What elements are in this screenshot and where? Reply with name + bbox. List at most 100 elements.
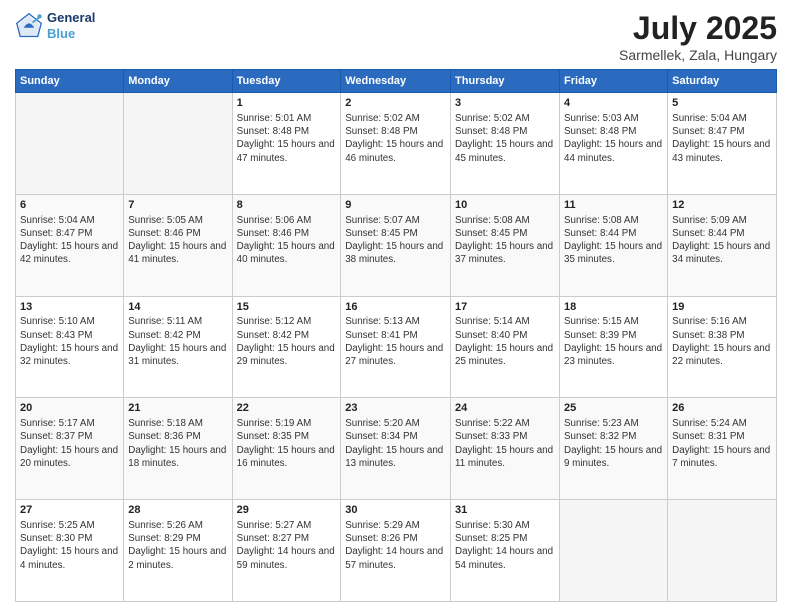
day-info: Sunrise: 5:06 AM Sunset: 8:46 PM Dayligh… (237, 214, 337, 267)
calendar-week-5: 27Sunrise: 5:25 AM Sunset: 8:30 PM Dayli… (16, 500, 777, 602)
calendar-cell: 1Sunrise: 5:01 AM Sunset: 8:48 PM Daylig… (232, 93, 341, 195)
day-number: 31 (455, 503, 555, 518)
day-info: Sunrise: 5:13 AM Sunset: 8:41 PM Dayligh… (345, 315, 446, 368)
weekday-header-monday: Monday (124, 70, 232, 93)
day-number: 20 (20, 401, 119, 416)
weekday-header-wednesday: Wednesday (341, 70, 451, 93)
day-info: Sunrise: 5:26 AM Sunset: 8:29 PM Dayligh… (128, 519, 227, 572)
calendar-cell: 19Sunrise: 5:16 AM Sunset: 8:38 PM Dayli… (668, 296, 777, 398)
calendar-cell (16, 93, 124, 195)
day-info: Sunrise: 5:04 AM Sunset: 8:47 PM Dayligh… (20, 214, 119, 267)
calendar-table: SundayMondayTuesdayWednesdayThursdayFrid… (15, 69, 777, 602)
day-info: Sunrise: 5:30 AM Sunset: 8:25 PM Dayligh… (455, 519, 555, 572)
calendar-cell: 8Sunrise: 5:06 AM Sunset: 8:46 PM Daylig… (232, 194, 341, 296)
weekday-header-thursday: Thursday (451, 70, 560, 93)
day-info: Sunrise: 5:19 AM Sunset: 8:35 PM Dayligh… (237, 417, 337, 470)
day-info: Sunrise: 5:24 AM Sunset: 8:31 PM Dayligh… (672, 417, 772, 470)
calendar-cell: 4Sunrise: 5:03 AM Sunset: 8:48 PM Daylig… (560, 93, 668, 195)
day-info: Sunrise: 5:27 AM Sunset: 8:27 PM Dayligh… (237, 519, 337, 572)
calendar-week-3: 13Sunrise: 5:10 AM Sunset: 8:43 PM Dayli… (16, 296, 777, 398)
day-number: 13 (20, 300, 119, 315)
calendar-cell: 26Sunrise: 5:24 AM Sunset: 8:31 PM Dayli… (668, 398, 777, 500)
day-number: 9 (345, 198, 446, 213)
day-number: 4 (564, 96, 663, 111)
calendar-cell: 7Sunrise: 5:05 AM Sunset: 8:46 PM Daylig… (124, 194, 232, 296)
calendar-cell (560, 500, 668, 602)
day-number: 2 (345, 96, 446, 111)
calendar-week-4: 20Sunrise: 5:17 AM Sunset: 8:37 PM Dayli… (16, 398, 777, 500)
day-number: 1 (237, 96, 337, 111)
day-info: Sunrise: 5:07 AM Sunset: 8:45 PM Dayligh… (345, 214, 446, 267)
calendar-cell: 22Sunrise: 5:19 AM Sunset: 8:35 PM Dayli… (232, 398, 341, 500)
day-number: 10 (455, 198, 555, 213)
calendar-week-2: 6Sunrise: 5:04 AM Sunset: 8:47 PM Daylig… (16, 194, 777, 296)
calendar-cell: 15Sunrise: 5:12 AM Sunset: 8:42 PM Dayli… (232, 296, 341, 398)
day-info: Sunrise: 5:14 AM Sunset: 8:40 PM Dayligh… (455, 315, 555, 368)
weekday-header-tuesday: Tuesday (232, 70, 341, 93)
calendar-cell: 14Sunrise: 5:11 AM Sunset: 8:42 PM Dayli… (124, 296, 232, 398)
logo: General Blue (15, 10, 95, 41)
calendar-cell: 9Sunrise: 5:07 AM Sunset: 8:45 PM Daylig… (341, 194, 451, 296)
day-number: 3 (455, 96, 555, 111)
title-block: July 2025 Sarmellek, Zala, Hungary (619, 10, 777, 63)
calendar-cell: 20Sunrise: 5:17 AM Sunset: 8:37 PM Dayli… (16, 398, 124, 500)
weekday-header-row: SundayMondayTuesdayWednesdayThursdayFrid… (16, 70, 777, 93)
day-info: Sunrise: 5:29 AM Sunset: 8:26 PM Dayligh… (345, 519, 446, 572)
calendar-cell: 2Sunrise: 5:02 AM Sunset: 8:48 PM Daylig… (341, 93, 451, 195)
calendar-cell (124, 93, 232, 195)
day-number: 8 (237, 198, 337, 213)
calendar-week-1: 1Sunrise: 5:01 AM Sunset: 8:48 PM Daylig… (16, 93, 777, 195)
day-number: 19 (672, 300, 772, 315)
calendar-cell: 21Sunrise: 5:18 AM Sunset: 8:36 PM Dayli… (124, 398, 232, 500)
day-number: 18 (564, 300, 663, 315)
day-info: Sunrise: 5:23 AM Sunset: 8:32 PM Dayligh… (564, 417, 663, 470)
day-info: Sunrise: 5:17 AM Sunset: 8:37 PM Dayligh… (20, 417, 119, 470)
day-info: Sunrise: 5:02 AM Sunset: 8:48 PM Dayligh… (345, 112, 446, 165)
day-number: 28 (128, 503, 227, 518)
calendar-cell: 5Sunrise: 5:04 AM Sunset: 8:47 PM Daylig… (668, 93, 777, 195)
page: General Blue July 2025 Sarmellek, Zala, … (0, 0, 792, 612)
calendar-cell: 29Sunrise: 5:27 AM Sunset: 8:27 PM Dayli… (232, 500, 341, 602)
day-info: Sunrise: 5:18 AM Sunset: 8:36 PM Dayligh… (128, 417, 227, 470)
day-info: Sunrise: 5:02 AM Sunset: 8:48 PM Dayligh… (455, 112, 555, 165)
calendar-cell: 10Sunrise: 5:08 AM Sunset: 8:45 PM Dayli… (451, 194, 560, 296)
day-number: 23 (345, 401, 446, 416)
day-number: 5 (672, 96, 772, 111)
day-number: 15 (237, 300, 337, 315)
logo-icon (15, 12, 43, 40)
weekday-header-sunday: Sunday (16, 70, 124, 93)
day-number: 30 (345, 503, 446, 518)
calendar-cell: 18Sunrise: 5:15 AM Sunset: 8:39 PM Dayli… (560, 296, 668, 398)
calendar-cell: 30Sunrise: 5:29 AM Sunset: 8:26 PM Dayli… (341, 500, 451, 602)
day-number: 14 (128, 300, 227, 315)
day-info: Sunrise: 5:01 AM Sunset: 8:48 PM Dayligh… (237, 112, 337, 165)
logo-text: General Blue (47, 10, 95, 41)
day-info: Sunrise: 5:10 AM Sunset: 8:43 PM Dayligh… (20, 315, 119, 368)
day-number: 24 (455, 401, 555, 416)
day-info: Sunrise: 5:15 AM Sunset: 8:39 PM Dayligh… (564, 315, 663, 368)
calendar-cell: 3Sunrise: 5:02 AM Sunset: 8:48 PM Daylig… (451, 93, 560, 195)
day-info: Sunrise: 5:03 AM Sunset: 8:48 PM Dayligh… (564, 112, 663, 165)
calendar-cell: 31Sunrise: 5:30 AM Sunset: 8:25 PM Dayli… (451, 500, 560, 602)
weekday-header-saturday: Saturday (668, 70, 777, 93)
day-info: Sunrise: 5:09 AM Sunset: 8:44 PM Dayligh… (672, 214, 772, 267)
day-number: 26 (672, 401, 772, 416)
day-info: Sunrise: 5:25 AM Sunset: 8:30 PM Dayligh… (20, 519, 119, 572)
day-number: 6 (20, 198, 119, 213)
day-number: 21 (128, 401, 227, 416)
day-number: 11 (564, 198, 663, 213)
day-info: Sunrise: 5:22 AM Sunset: 8:33 PM Dayligh… (455, 417, 555, 470)
calendar-cell: 25Sunrise: 5:23 AM Sunset: 8:32 PM Dayli… (560, 398, 668, 500)
day-number: 16 (345, 300, 446, 315)
day-info: Sunrise: 5:04 AM Sunset: 8:47 PM Dayligh… (672, 112, 772, 165)
calendar-cell: 24Sunrise: 5:22 AM Sunset: 8:33 PM Dayli… (451, 398, 560, 500)
calendar-cell: 13Sunrise: 5:10 AM Sunset: 8:43 PM Dayli… (16, 296, 124, 398)
calendar-cell: 23Sunrise: 5:20 AM Sunset: 8:34 PM Dayli… (341, 398, 451, 500)
day-number: 29 (237, 503, 337, 518)
calendar-cell: 11Sunrise: 5:08 AM Sunset: 8:44 PM Dayli… (560, 194, 668, 296)
calendar-cell: 6Sunrise: 5:04 AM Sunset: 8:47 PM Daylig… (16, 194, 124, 296)
day-number: 17 (455, 300, 555, 315)
calendar-cell: 17Sunrise: 5:14 AM Sunset: 8:40 PM Dayli… (451, 296, 560, 398)
day-info: Sunrise: 5:05 AM Sunset: 8:46 PM Dayligh… (128, 214, 227, 267)
day-number: 22 (237, 401, 337, 416)
